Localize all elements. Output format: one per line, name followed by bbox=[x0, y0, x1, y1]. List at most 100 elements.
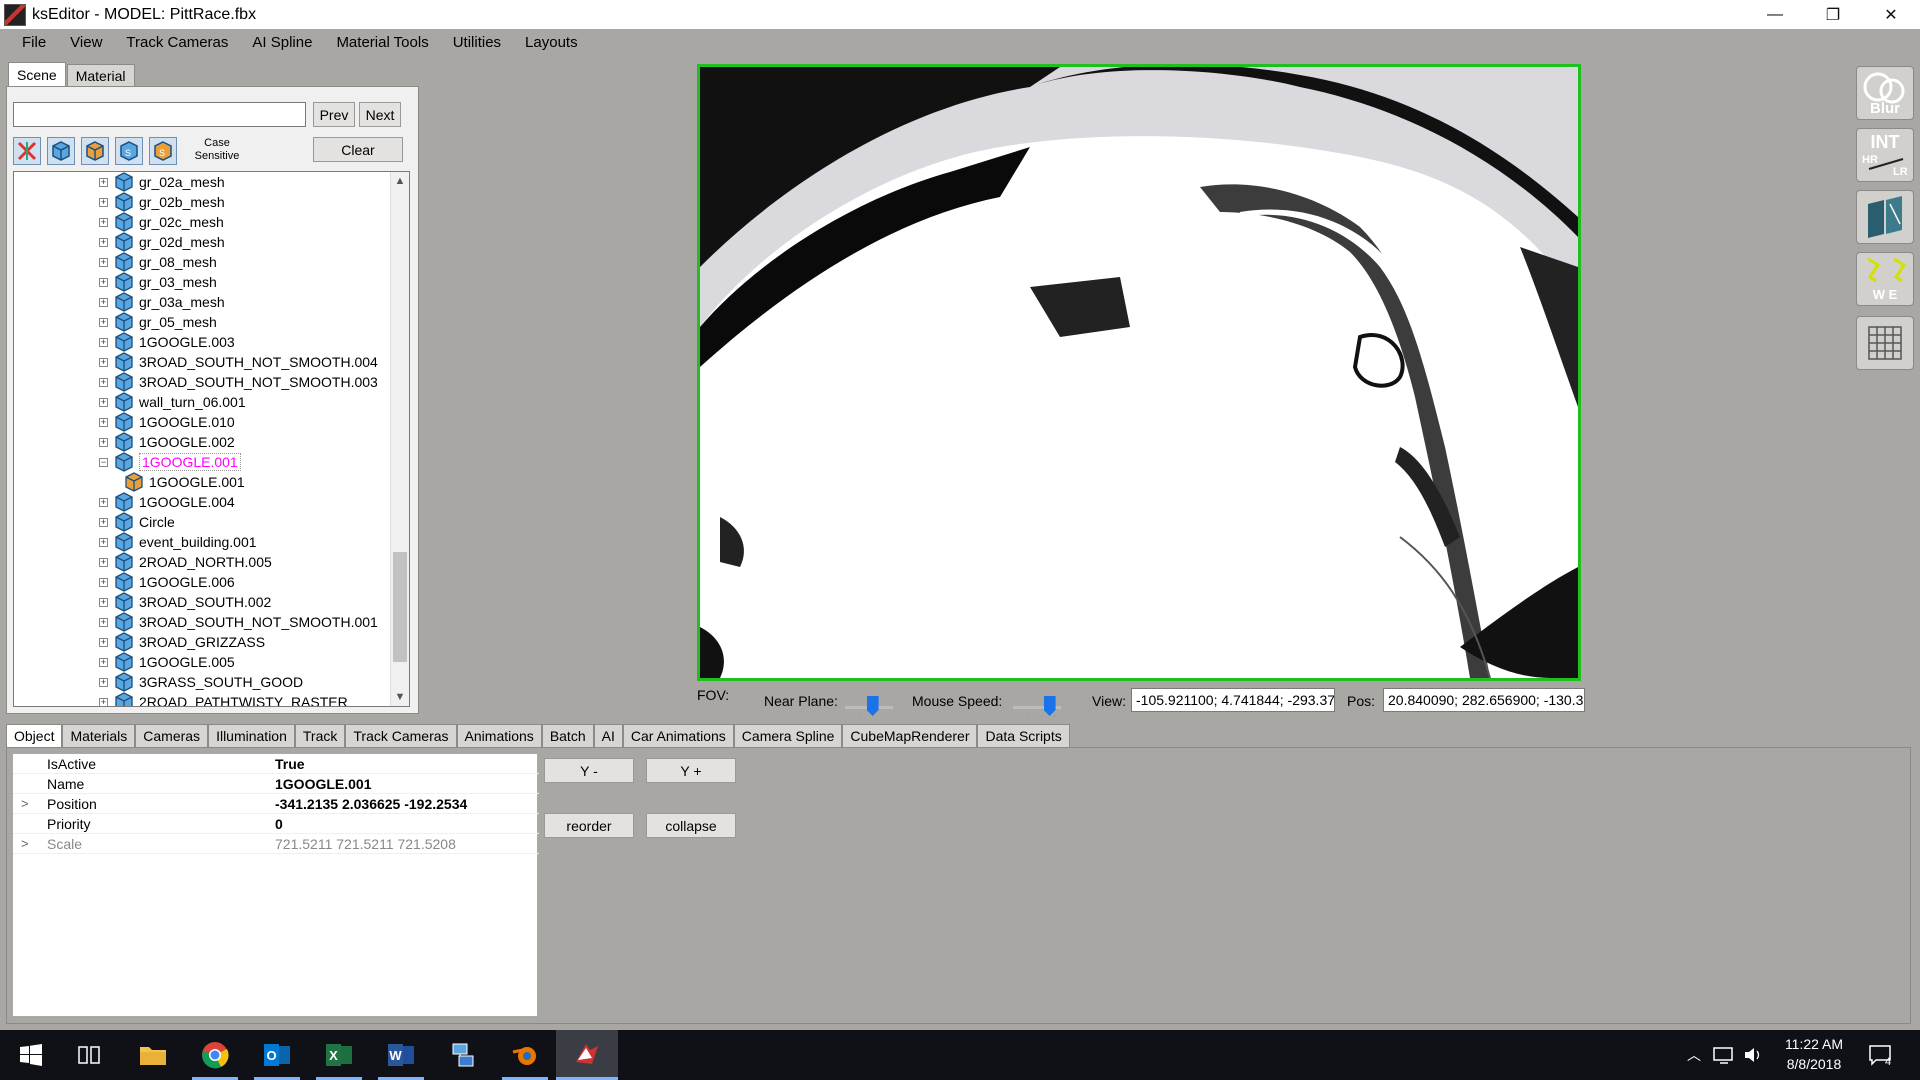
grid-button[interactable] bbox=[1856, 316, 1914, 370]
property-value[interactable]: 721.5211 721.5211 721.5208 bbox=[275, 836, 456, 852]
property-expand-icon[interactable]: > bbox=[21, 836, 29, 851]
property-row-position[interactable]: > Position -341.2135 2.036625 -192.2534 bbox=[13, 794, 539, 814]
prev-button[interactable]: Prev bbox=[313, 102, 355, 127]
tree-expander-icon[interactable]: + bbox=[99, 557, 108, 567]
tab-ai[interactable]: AI bbox=[593, 724, 623, 748]
tab-cameras[interactable]: Cameras bbox=[135, 724, 209, 748]
tree-expander-icon[interactable]: − bbox=[99, 457, 108, 467]
tree-expander-icon[interactable]: + bbox=[99, 377, 108, 387]
tree-item[interactable]: +1GOOGLE.003 bbox=[99, 332, 235, 352]
clock[interactable]: 11:22 AM 8/8/2018 bbox=[1772, 1034, 1856, 1074]
menu-utilities[interactable]: Utilities bbox=[441, 29, 513, 57]
tree-expander-icon[interactable]: + bbox=[99, 677, 108, 687]
word-button[interactable]: W bbox=[370, 1030, 432, 1080]
property-row-scale[interactable]: > Scale 721.5211 721.5211 721.5208 bbox=[13, 834, 539, 854]
file-explorer-button[interactable] bbox=[122, 1030, 184, 1080]
tree-item[interactable]: + gr_03a_mesh bbox=[99, 292, 225, 312]
tree-expander-icon[interactable]: + bbox=[99, 217, 108, 227]
tree-item[interactable]: +3ROAD_SOUTH_NOT_SMOOTH.003 bbox=[99, 372, 378, 392]
filter-all-icon[interactable] bbox=[13, 137, 41, 165]
menu-material-tools[interactable]: Material Tools bbox=[324, 29, 440, 57]
filter-node-icon[interactable] bbox=[81, 137, 109, 165]
view-field[interactable]: -105.921100; 4.741844; -293.376 bbox=[1131, 688, 1335, 712]
tab-car-animations[interactable]: Car Animations bbox=[622, 724, 734, 748]
minimize-button[interactable]: — bbox=[1746, 0, 1804, 29]
tree-expander-icon[interactable]: + bbox=[99, 617, 108, 627]
property-value[interactable]: True bbox=[275, 756, 305, 772]
blender-button[interactable] bbox=[494, 1030, 556, 1080]
close-button[interactable]: ✕ bbox=[1862, 0, 1920, 29]
tree-scrollbar[interactable]: ▲ ▼ bbox=[390, 172, 409, 706]
tree-item[interactable]: + Circle bbox=[99, 512, 175, 532]
menu-view[interactable]: View bbox=[58, 29, 114, 57]
property-value[interactable]: 1GOOGLE.001 bbox=[275, 776, 371, 792]
tree-expander-icon[interactable]: + bbox=[99, 337, 108, 347]
clear-button[interactable]: Clear bbox=[313, 137, 403, 162]
tree-expander-icon[interactable]: + bbox=[99, 237, 108, 247]
tree-expander-icon[interactable]: + bbox=[99, 437, 108, 447]
tree-item[interactable]: 1GOOGLE.001 bbox=[124, 472, 245, 492]
tree-item[interactable]: + gr_02a_mesh bbox=[99, 172, 225, 192]
int-hr-lr-button[interactable]: INT HR LR bbox=[1856, 128, 1914, 182]
task-view-button[interactable] bbox=[58, 1030, 120, 1080]
tree-item[interactable]: + gr_08_mesh bbox=[99, 252, 217, 272]
scene-tree[interactable]: ▲ ▼ + gr_02a_mesh + gr_02b_mesh + gr_02c_mesh… bbox=[13, 171, 410, 707]
mouse-speed-slider[interactable]: · · · · · bbox=[1013, 696, 1061, 725]
excel-button[interactable]: X bbox=[308, 1030, 370, 1080]
tree-item[interactable]: +3ROAD_SOUTH.002 bbox=[99, 592, 271, 612]
y-plus-button[interactable]: Y + bbox=[646, 758, 736, 783]
menu-track-cameras[interactable]: Track Cameras bbox=[114, 29, 240, 57]
tree-item[interactable]: + event_building.001 bbox=[99, 532, 257, 552]
property-row-priority[interactable]: Priority 0 bbox=[13, 814, 539, 834]
tree-expander-icon[interactable]: + bbox=[99, 317, 108, 327]
tree-expander-icon[interactable]: + bbox=[99, 357, 108, 367]
y-minus-button[interactable]: Y - bbox=[544, 758, 634, 783]
tree-expander-icon[interactable]: + bbox=[99, 517, 108, 527]
tree-item[interactable]: + gr_05_mesh bbox=[99, 312, 217, 332]
start-button[interactable] bbox=[0, 1030, 62, 1080]
tab-data-scripts[interactable]: Data Scripts bbox=[977, 724, 1070, 748]
network-app-button[interactable] bbox=[432, 1030, 494, 1080]
scroll-up-icon[interactable]: ▲ bbox=[391, 172, 409, 190]
tree-item[interactable]: +2ROAD_NORTH.005 bbox=[99, 552, 272, 572]
tree-expander-icon[interactable]: + bbox=[99, 637, 108, 647]
tree-expander-icon[interactable]: + bbox=[99, 697, 108, 706]
tab-camera-spline[interactable]: Camera Spline bbox=[733, 724, 843, 748]
action-center-button[interactable]: 4 bbox=[1868, 1030, 1894, 1080]
tree-expander-icon[interactable]: + bbox=[99, 497, 108, 507]
restore-button[interactable]: ❐ bbox=[1804, 0, 1862, 29]
tab-animations[interactable]: Animations bbox=[456, 724, 542, 748]
tree-expander-icon[interactable]: + bbox=[99, 197, 108, 207]
reorder-button[interactable]: reorder bbox=[544, 813, 634, 838]
tree-item[interactable]: +3ROAD_SOUTH_NOT_SMOOTH.004 bbox=[99, 352, 378, 372]
tab-illumination[interactable]: Illumination bbox=[208, 724, 295, 748]
outlook-button[interactable]: O bbox=[246, 1030, 308, 1080]
menu-layouts[interactable]: Layouts bbox=[513, 29, 590, 57]
tree-expander-icon[interactable]: + bbox=[99, 257, 108, 267]
scene-search-input[interactable] bbox=[13, 102, 306, 127]
tree-item[interactable]: +1GOOGLE.006 bbox=[99, 572, 235, 592]
tab-cubemaprenderer[interactable]: CubeMapRenderer bbox=[842, 724, 978, 748]
tree-item[interactable]: +3GRASS_SOUTH_GOOD bbox=[99, 672, 303, 692]
chrome-button[interactable] bbox=[184, 1030, 246, 1080]
tree-expander-icon[interactable]: + bbox=[99, 597, 108, 607]
next-button[interactable]: Next bbox=[359, 102, 401, 127]
volume-icon[interactable] bbox=[1742, 1045, 1768, 1065]
tab-material[interactable]: Material bbox=[66, 64, 135, 87]
scroll-down-icon[interactable]: ▼ bbox=[391, 688, 409, 706]
scroll-thumb[interactable] bbox=[393, 552, 407, 662]
menu-file[interactable]: File bbox=[10, 29, 58, 57]
filter-mesh-alt-icon[interactable]: S bbox=[115, 137, 143, 165]
tree-expander-icon[interactable]: + bbox=[99, 577, 108, 587]
property-row-isactive[interactable]: IsActive True bbox=[13, 754, 539, 774]
near-plane-slider[interactable]: · · · · · bbox=[845, 696, 893, 725]
property-value[interactable]: -341.2135 2.036625 -192.2534 bbox=[275, 796, 467, 812]
tray-chevron-up-icon[interactable]: ︿ bbox=[1682, 1045, 1706, 1065]
pos-field[interactable]: 20.840090; 282.656900; -130.316 bbox=[1383, 688, 1585, 712]
tree-item[interactable]: +3ROAD_GRIZZASS bbox=[99, 632, 265, 652]
tree-item[interactable]: +3ROAD_SOUTH_NOT_SMOOTH.001 bbox=[99, 612, 378, 632]
tree-item[interactable]: + gr_02d_mesh bbox=[99, 232, 225, 252]
filter-mesh-icon[interactable] bbox=[47, 137, 75, 165]
tree-expander-icon[interactable]: + bbox=[99, 277, 108, 287]
tree-item[interactable]: + gr_03_mesh bbox=[99, 272, 217, 292]
